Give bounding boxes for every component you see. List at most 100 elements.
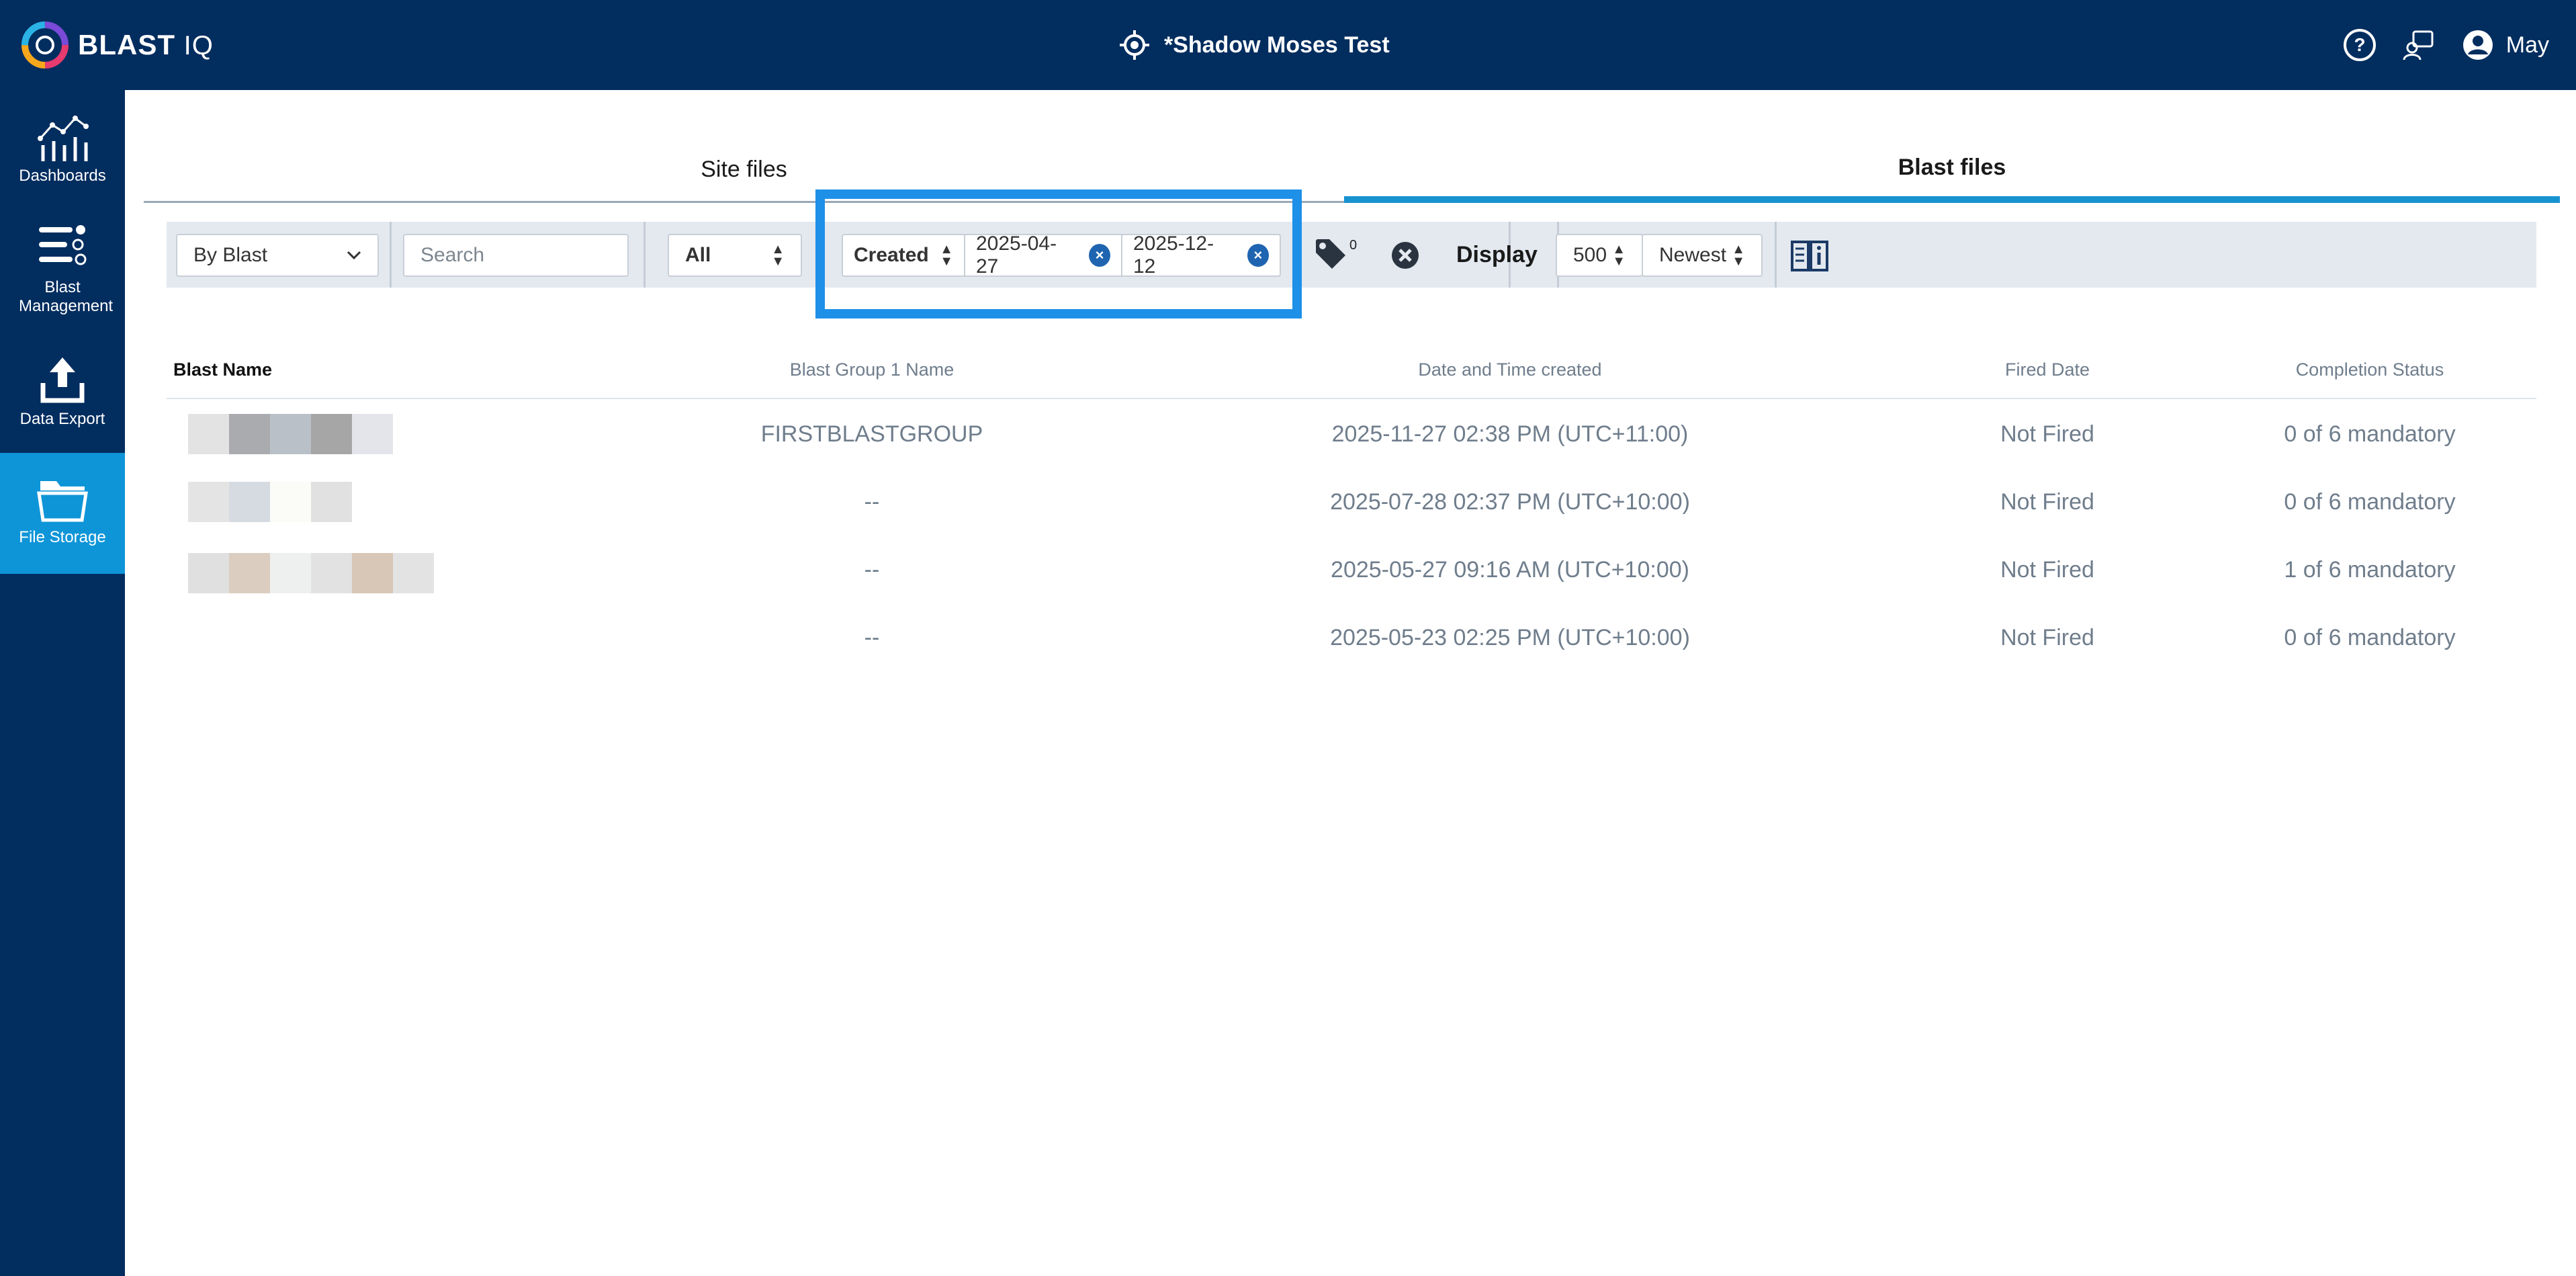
group-by-select[interactable]: By Blast (176, 234, 379, 277)
tab-label: Site files (701, 157, 787, 182)
column-header-status[interactable]: Completion Status (2235, 343, 2504, 396)
guide-book-icon[interactable] (1789, 237, 1830, 274)
support-chat-icon[interactable] (2401, 28, 2436, 62)
user-avatar-icon (2462, 30, 2493, 60)
type-filter-value: All (685, 244, 711, 266)
cell-fired: Not Fired (2000, 421, 2094, 447)
site-selector[interactable]: *Shadow Moses Test (1118, 0, 1390, 90)
clear-date-to-icon[interactable]: × (1247, 244, 1269, 267)
tab-blast-files[interactable]: Blast files (1344, 138, 2560, 203)
table-row[interactable]: -- 2025-05-23 02:25 PM (UTC+10:00) Not F… (167, 604, 2536, 672)
sort-arrows-icon: ▲ ▼ (1612, 242, 1626, 269)
date-range-filter: Created ▲ ▼ 2025-04-27 × 2025-12-12 × (842, 232, 1281, 278)
column-label: Date and Time created (1418, 359, 1602, 380)
column-label: Completion Status (2295, 359, 2444, 380)
cell-created: 2025-11-27 02:38 PM (UTC+11:00) (1331, 421, 1689, 447)
table-row[interactable]: FIRSTBLASTGROUP 2025-11-27 02:38 PM (UTC… (167, 400, 2536, 468)
sidebar-item-label: Dashboards (19, 167, 106, 185)
svg-text:?: ? (2354, 34, 2365, 55)
redacted-blast-name (188, 482, 352, 522)
date-from-field[interactable]: 2025-04-27 × (965, 232, 1122, 278)
header-actions: ? May (2342, 0, 2549, 90)
sidebar-item-data-export[interactable]: Data Export (0, 353, 125, 429)
cell-status: 0 of 6 mandatory (2284, 489, 2456, 515)
column-header-group[interactable]: Blast Group 1 Name (704, 343, 1040, 396)
cell-group: FIRSTBLASTGROUP (760, 421, 983, 447)
clear-filters-icon[interactable] (1390, 241, 1420, 270)
cell-status: 0 of 6 mandatory (2284, 421, 2456, 447)
column-header-created[interactable]: Date and Time created (1275, 343, 1745, 396)
main-content: Site files Blast files By Blast Search A… (125, 90, 2576, 1276)
display-label-text: Display (1456, 241, 1538, 267)
table-row[interactable]: -- 2025-05-27 09:16 AM (UTC+10:00) Not F… (167, 536, 2536, 604)
cell-status: 1 of 6 mandatory (2284, 557, 2456, 583)
search-placeholder: Search (420, 244, 485, 266)
date-to-value: 2025-12-12 (1133, 232, 1214, 278)
cell-group: -- (864, 557, 880, 583)
cell-fired: Not Fired (2000, 625, 2094, 650)
page-size-value: 500 (1573, 244, 1607, 266)
column-header-fired[interactable]: Fired Date (1947, 343, 2148, 396)
column-label: Fired Date (2004, 359, 2090, 380)
cell-created: 2025-05-27 09:16 AM (UTC+10:00) (1331, 557, 1689, 583)
cell-created: 2025-07-28 02:37 PM (UTC+10:00) (1330, 489, 1690, 515)
divider (390, 222, 392, 288)
cell-fired: Not Fired (2000, 557, 2094, 583)
table-row[interactable]: -- 2025-07-28 02:37 PM (UTC+10:00) Not F… (167, 468, 2536, 536)
dashboards-icon (38, 116, 89, 161)
sidebar-item-label: Data Export (19, 410, 105, 428)
date-field-value: Created (854, 244, 929, 266)
page-size-select[interactable]: 500 ▲ ▼ (1556, 234, 1643, 277)
divider (1775, 222, 1777, 288)
cell-status: 0 of 6 mandatory (2284, 625, 2456, 650)
folder-icon (37, 481, 88, 522)
top-bar: BLAST IQ *Shadow Moses Test ? May (0, 0, 2576, 90)
tag-count: 0 (1349, 238, 1358, 253)
group-by-value: By Blast (193, 244, 268, 266)
sidebar-item-file-storage[interactable]: File Storage (0, 453, 125, 574)
logo-text: BLAST IQ (78, 29, 214, 61)
tab-label: Blast files (1898, 154, 2006, 180)
column-label: Blast Name (173, 359, 273, 380)
file-tabs: Site files Blast files (144, 138, 2560, 207)
divider (643, 222, 646, 288)
help-icon[interactable]: ? (2342, 28, 2377, 62)
sidebar-item-label: Blast Management (19, 278, 114, 315)
sort-arrows-icon: ▲ ▼ (771, 242, 785, 269)
cell-group: -- (864, 489, 880, 515)
redacted-blast-name (188, 414, 393, 454)
search-input[interactable]: Search (403, 234, 629, 277)
user-menu[interactable]: May (2460, 28, 2549, 62)
logo-text-suffix: IQ (183, 31, 214, 60)
sort-order-select[interactable]: Newest ▲ ▼ (1642, 234, 1763, 277)
clear-date-from-icon[interactable]: × (1089, 244, 1110, 267)
tag-icon[interactable] (1313, 237, 1348, 271)
sort-order-value: Newest (1659, 244, 1727, 266)
locate-icon (1120, 30, 1149, 60)
cell-created: 2025-05-23 02:25 PM (UTC+10:00) (1330, 625, 1690, 650)
filter-toolbar: By Blast Search All ▲ ▼ (167, 222, 2536, 288)
blastiq-logo[interactable]: BLAST IQ (19, 19, 214, 71)
column-label: Blast Group 1 Name (789, 359, 954, 380)
sidebar-item-dashboards[interactable]: Dashboards (0, 110, 125, 185)
sidebar: Dashboards Blast Management Data Export … (0, 90, 125, 1276)
cell-group: -- (864, 625, 880, 650)
column-header-blast-name[interactable]: Blast Name (173, 343, 375, 396)
tab-site-files[interactable]: Site files (144, 138, 1344, 203)
sidebar-item-label: File Storage (19, 528, 106, 546)
logo-ring-icon (21, 22, 69, 69)
cell-fired: Not Fired (2000, 489, 2094, 515)
site-title: *Shadow Moses Test (1164, 32, 1390, 58)
upload-icon (40, 357, 85, 403)
blast-management-icon (39, 225, 87, 265)
date-field-select[interactable]: Created ▲ ▼ (843, 235, 965, 275)
redacted-blast-name (188, 553, 434, 593)
chevron-down-icon (347, 251, 361, 260)
sidebar-item-blast-management[interactable]: Blast Management (0, 222, 125, 316)
type-filter-select[interactable]: All ▲ ▼ (668, 234, 802, 277)
sort-arrows-icon: ▲ ▼ (1732, 242, 1745, 269)
display-label: Display (1456, 237, 1538, 273)
logo-text-main: BLAST (78, 29, 175, 60)
sort-arrows-icon: ▲ ▼ (940, 242, 953, 269)
date-to-field[interactable]: 2025-12-12 × (1122, 232, 1280, 278)
